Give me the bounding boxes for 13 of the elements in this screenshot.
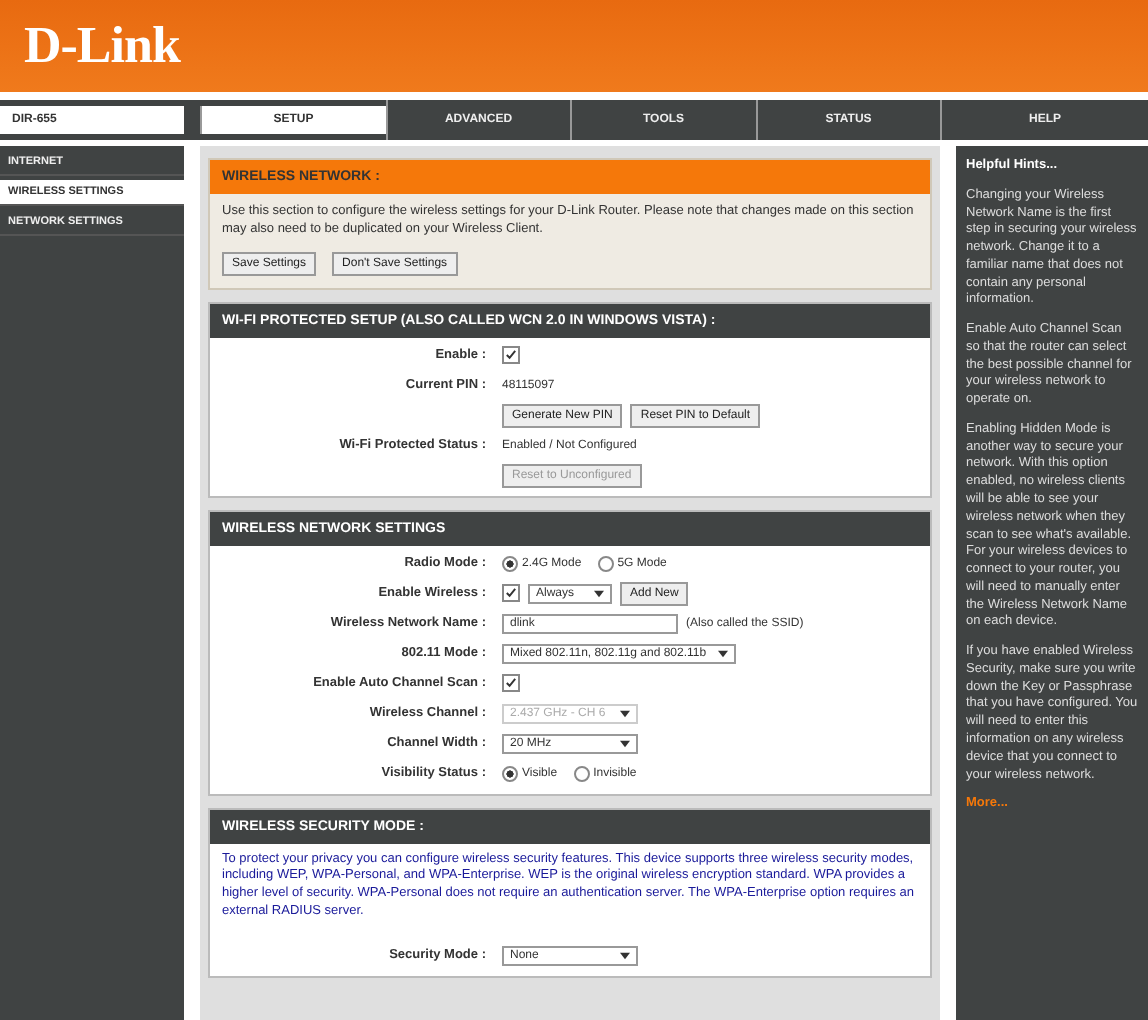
caret-icon [594,589,604,598]
logo: D-Link [24,16,180,76]
caret-icon [620,739,630,748]
checkbox[interactable] [502,346,520,365]
checkbox[interactable] [502,584,520,603]
checkbox[interactable] [502,674,520,693]
caret-icon [620,709,630,718]
radio-button[interactable] [597,555,614,572]
radio-button[interactable] [573,765,590,782]
caret-icon [620,951,630,960]
caret-icon [718,649,729,658]
radio-button[interactable] [502,555,518,572]
radio-button[interactable] [502,765,518,782]
